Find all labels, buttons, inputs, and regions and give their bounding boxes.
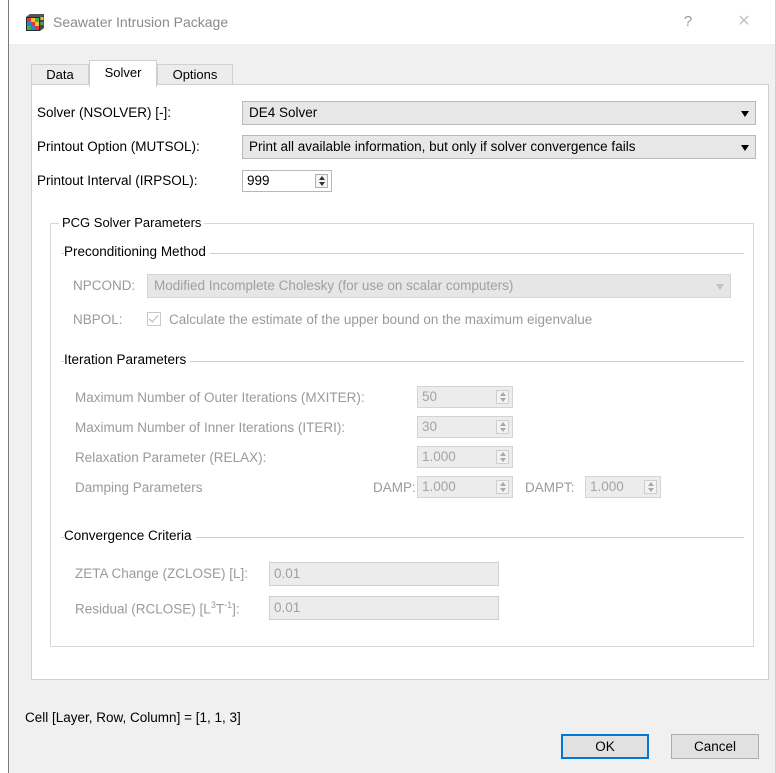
spinner-arrows-icon[interactable] [644, 480, 657, 494]
nbpol-checkbox[interactable] [147, 312, 161, 326]
zclose-label: ZETA Change (ZCLOSE) [L]: [75, 566, 249, 581]
dampt-spinbox[interactable]: 1.000 [585, 476, 661, 498]
zclose-input[interactable]: 0.01 [269, 562, 499, 586]
pcg-group-title: PCG Solver Parameters [59, 215, 205, 230]
mxiter-spinbox[interactable]: 50 [417, 386, 513, 408]
iteri-value: 30 [422, 419, 438, 434]
convergence-heading: Convergence Criteria [64, 528, 196, 543]
spinner-arrows-icon[interactable] [315, 174, 328, 188]
npcond-label: NPCOND: [73, 278, 136, 293]
chevron-down-icon [741, 111, 749, 117]
rclose-input[interactable]: 0.01 [269, 596, 499, 620]
chevron-down-icon [716, 284, 724, 290]
tab-options[interactable]: Options [157, 64, 233, 86]
printout-interval-spinbox[interactable]: 999 [242, 170, 332, 192]
spinner-arrows-icon[interactable] [496, 450, 509, 464]
relax-spinbox[interactable]: 1.000 [417, 446, 513, 468]
dialog-window: Seawater Intrusion Package ? ✕ Data Solv… [8, 0, 776, 773]
tab-solver[interactable]: Solver [89, 60, 157, 87]
close-button[interactable]: ✕ [729, 10, 759, 34]
nbpol-checkbox-label: Calculate the estimate of the upper boun… [169, 312, 593, 327]
iteri-spinbox[interactable]: 30 [417, 416, 513, 438]
cancel-button[interactable]: Cancel [671, 734, 759, 759]
damp-spinbox[interactable]: 1.000 [417, 476, 513, 498]
damp-value: 1.000 [422, 479, 456, 494]
zclose-value: 0.01 [274, 566, 301, 581]
printout-option-select-value: Print all available information, but onl… [249, 139, 636, 154]
relax-label: Relaxation Parameter (RELAX): [75, 450, 267, 465]
dampt-value: 1.000 [590, 479, 624, 494]
solver-select[interactable]: DE4 Solver [242, 101, 756, 125]
window-title: Seawater Intrusion Package [53, 14, 229, 30]
rclose-value: 0.01 [274, 600, 301, 615]
cell-status-text: Cell [Layer, Row, Column] = [1, 1, 3] [25, 710, 241, 725]
spinner-arrows-icon[interactable] [496, 390, 509, 404]
solver-select-value: DE4 Solver [249, 105, 318, 120]
spinner-arrows-icon[interactable] [496, 480, 509, 494]
iteration-heading: Iteration Parameters [64, 352, 191, 367]
app-icon [26, 14, 44, 31]
mxiter-label: Maximum Number of Outer Iterations (MXIT… [75, 390, 365, 405]
relax-value: 1.000 [422, 449, 456, 464]
mxiter-value: 50 [422, 389, 438, 404]
npcond-select[interactable]: Modified Incomplete Cholesky (for use on… [147, 274, 731, 298]
dampt-label: DAMPT: [525, 480, 575, 495]
pcg-solver-parameters-group: PCG Solver Parameters Preconditioning Me… [50, 215, 754, 647]
solver-label: Solver (NSOLVER) [-]: [37, 105, 172, 120]
damping-label: Damping Parameters [75, 480, 203, 495]
solver-tab-panel: Solver (NSOLVER) [-]: DE4 Solver Printou… [31, 84, 769, 680]
printout-interval-value: 999 [247, 173, 270, 188]
npcond-select-value: Modified Incomplete Cholesky (for use on… [154, 278, 514, 293]
preconditioning-heading: Preconditioning Method [64, 244, 210, 259]
title-bar: Seawater Intrusion Package ? ✕ [9, 0, 775, 44]
nbpol-label: NBPOL: [73, 312, 123, 327]
tab-data[interactable]: Data [31, 64, 89, 86]
spinner-arrows-icon[interactable] [496, 420, 509, 434]
printout-option-label: Printout Option (MUTSOL): [37, 139, 200, 154]
ok-button[interactable]: OK [561, 734, 649, 759]
rclose-label: Residual (RCLOSE) [L3T-1]: [75, 600, 240, 617]
chevron-down-icon [741, 145, 749, 151]
printout-interval-label: Printout Interval (IRPSOL): [37, 173, 198, 188]
printout-option-select[interactable]: Print all available information, but onl… [242, 135, 756, 159]
iteri-label: Maximum Number of Inner Iterations (ITER… [75, 420, 346, 435]
damp-label: DAMP: [373, 480, 416, 495]
checkmark-icon [148, 312, 159, 323]
help-button[interactable]: ? [673, 10, 703, 34]
